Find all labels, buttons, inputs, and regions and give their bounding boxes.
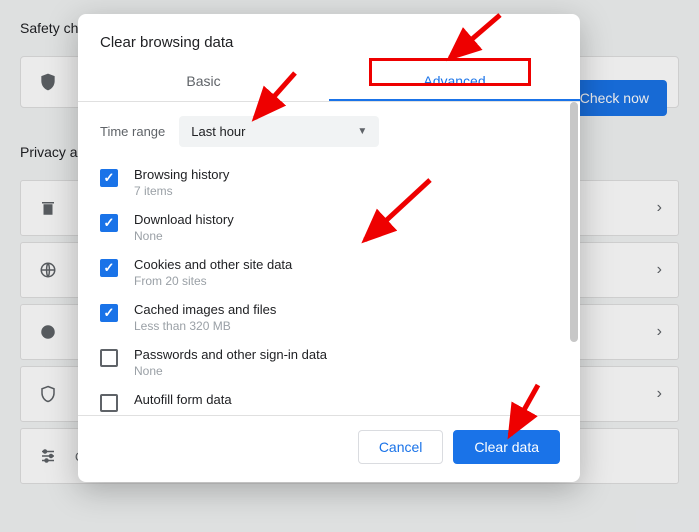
dialog-title: Clear browsing data — [78, 14, 580, 63]
data-type-title: Download history — [134, 212, 234, 227]
data-type-row: Autofill form data — [100, 392, 558, 412]
data-type-subtitle: Less than 320 MB — [134, 319, 276, 333]
data-type-title: Browsing history — [134, 167, 229, 182]
checkbox[interactable] — [100, 169, 118, 187]
checkbox[interactable] — [100, 394, 118, 412]
dialog-footer: Cancel Clear data — [78, 415, 580, 482]
data-type-subtitle: None — [134, 229, 234, 243]
cancel-button[interactable]: Cancel — [358, 430, 444, 464]
data-type-row: Download history None — [100, 212, 558, 243]
checkbox[interactable] — [100, 259, 118, 277]
time-range-select[interactable]: Last hour ▼ — [179, 116, 379, 147]
checkbox[interactable] — [100, 304, 118, 322]
data-type-title: Autofill form data — [134, 392, 232, 407]
data-type-row: Cookies and other site data From 20 sites — [100, 257, 558, 288]
clear-browsing-data-dialog: Clear browsing data Basic Advanced Time … — [78, 14, 580, 482]
data-type-row: Cached images and files Less than 320 MB — [100, 302, 558, 333]
dialog-body: Time range Last hour ▼ Browsing history 7… — [78, 102, 580, 415]
data-type-row: Passwords and other sign-in data None — [100, 347, 558, 378]
clear-data-button[interactable]: Clear data — [453, 430, 560, 464]
checkbox[interactable] — [100, 214, 118, 232]
time-range-value: Last hour — [191, 124, 245, 139]
data-type-list: Browsing history 7 items Download history N… — [100, 167, 558, 412]
chevron-down-icon: ▼ — [357, 126, 367, 137]
data-type-subtitle: None — [134, 364, 327, 378]
tab-bar: Basic Advanced — [78, 63, 580, 101]
tab-indicator — [329, 99, 580, 101]
data-type-row: Browsing history 7 items — [100, 167, 558, 198]
data-type-title: Cookies and other site data — [134, 257, 292, 272]
scrollbar[interactable] — [570, 102, 578, 342]
data-type-subtitle: From 20 sites — [134, 274, 292, 288]
data-type-title: Passwords and other sign-in data — [134, 347, 327, 362]
tab-basic[interactable]: Basic — [78, 63, 329, 101]
tab-advanced[interactable]: Advanced — [329, 63, 580, 101]
checkbox[interactable] — [100, 349, 118, 367]
time-range-label: Time range — [100, 124, 165, 139]
data-type-title: Cached images and files — [134, 302, 276, 317]
time-range-row: Time range Last hour ▼ — [100, 116, 558, 147]
data-type-subtitle: 7 items — [134, 184, 229, 198]
